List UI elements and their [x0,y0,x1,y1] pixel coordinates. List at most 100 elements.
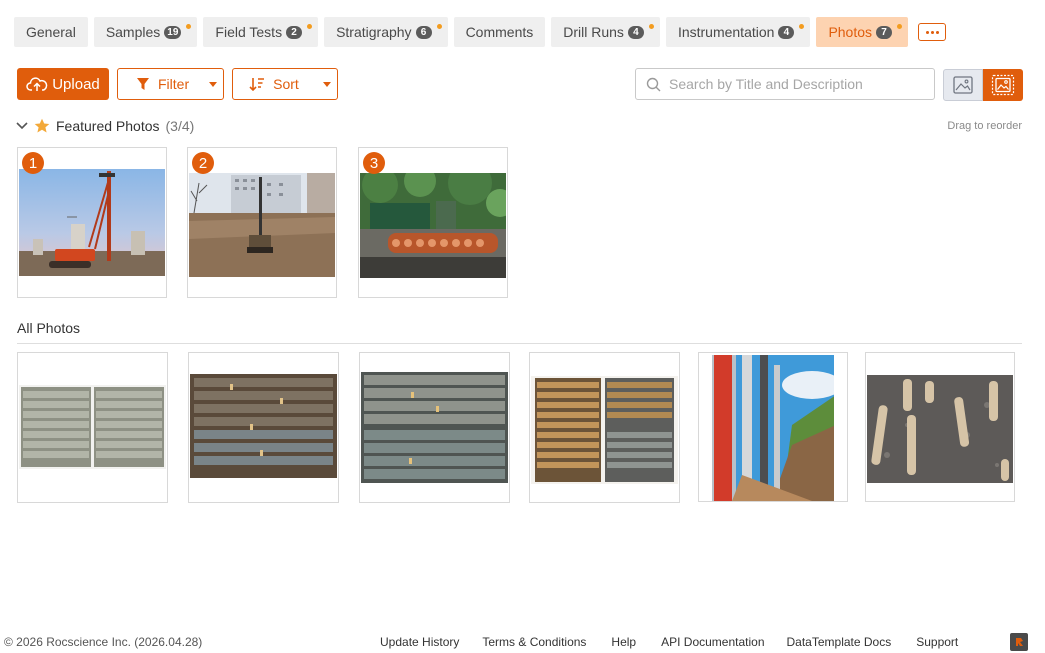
featured-photo-card[interactable]: 3 [358,147,508,298]
photo-card[interactable] [865,352,1015,502]
footer-link-help[interactable]: Help [611,635,636,649]
chevron-down-icon[interactable] [16,122,28,130]
tab-comments[interactable]: Comments [453,17,546,47]
sort-dropdown-toggle[interactable] [317,69,337,99]
rocscience-logo-icon[interactable] [1010,633,1028,651]
count-badge: 6 [415,25,432,39]
photo-toolbar: Upload Filter Sort [17,68,338,100]
featured-title: Featured Photos [56,118,160,134]
photo-card[interactable] [359,352,510,503]
tab-bar: General Samples 19 Field Tests 2 Stratigra… [14,17,947,47]
tab-label: Field Tests [215,24,283,40]
tab-photos[interactable]: Photos 7 [816,17,909,47]
footer-link-datatemplate-docs[interactable]: DataTemplate Docs [787,635,892,649]
photo-thumbnail [19,169,165,276]
upload-button[interactable]: Upload [17,68,109,100]
count-badge: 2 [286,25,303,39]
dot-icon [925,30,929,34]
tab-drill-runs[interactable]: Drill Runs 4 [551,17,660,47]
footer-link-update-history[interactable]: Update History [380,635,459,649]
filter-main[interactable]: Filter [118,69,203,99]
featured-photo-card[interactable]: 2 [187,147,337,298]
tab-general[interactable]: General [14,17,88,47]
featured-photo-card[interactable]: 1 [17,147,167,298]
tab-label: Instrumentation [677,24,775,40]
funnel-icon [137,78,149,90]
tab-instrumentation[interactable]: Instrumentation 4 [665,17,811,47]
filter-button[interactable]: Filter [117,68,225,100]
drill-casing-photo [712,355,834,501]
tab-label: Photos [828,24,873,40]
drag-hint: Drag to reorder [947,120,1022,132]
caret-down-icon [322,81,331,87]
auger-core-photo [360,173,506,278]
tab-field-tests[interactable]: Field Tests 2 [203,17,319,47]
section-divider [17,343,1022,344]
status-dot [186,24,192,29]
photo-card[interactable] [188,352,339,503]
count-badge: 7 [876,25,893,39]
copyright-text: © 2026 Rocscience Inc. (2026.04.28) [4,635,203,649]
photo-order-number: 1 [22,152,44,174]
footer-link-terms[interactable]: Terms & Conditions [482,635,586,649]
status-dot [436,24,442,29]
core-box-photo [19,385,166,469]
status-dot [648,24,654,29]
filter-dropdown-toggle[interactable] [203,69,223,99]
status-dot [897,24,903,29]
search-box[interactable] [635,68,935,100]
tab-label: Stratigraphy [336,24,412,40]
filter-label: Filter [158,76,190,92]
status-dot [307,24,313,29]
image-icon [953,76,973,94]
tab-label: Comments [465,24,534,40]
tab-stratigraphy[interactable]: Stratigraphy 6 [324,17,448,47]
view-grid-button[interactable] [983,69,1023,101]
search-icon [646,77,661,91]
footer-link-support[interactable]: Support [916,635,958,649]
photo-thumbnail [189,173,335,277]
tab-label: General [26,24,76,40]
tab-label: Samples [105,24,161,40]
photo-card[interactable] [17,352,168,503]
tab-label: Drill Runs [563,24,624,40]
upload-label: Upload [52,75,100,93]
sort-main[interactable]: Sort [233,69,317,99]
sort-label: Sort [273,76,299,92]
all-photos-header: All Photos [17,320,81,336]
photo-order-number: 3 [363,152,385,174]
photo-thumbnail [361,372,508,483]
status-dot [799,24,805,29]
page-footer: © 2026 Rocscience Inc. (2026.04.28) Upda… [0,633,1045,653]
sort-button[interactable]: Sort [232,68,338,100]
photo-thumbnail [360,173,506,278]
photo-thumbnail [712,355,834,501]
photo-thumbnail [190,374,337,478]
view-list-button[interactable] [943,69,983,101]
featured-photos-header[interactable]: Featured Photos (3/4) [16,118,194,134]
tab-samples[interactable]: Samples 19 [93,17,198,47]
featured-count: (3/4) [165,118,195,134]
search-input[interactable] [669,76,919,92]
dot-icon [930,30,934,34]
photo-thumbnail [531,376,678,484]
count-badge: 4 [627,25,644,39]
caret-down-icon [209,81,218,87]
drilling-rig-photo [189,173,335,277]
footer-link-api-docs[interactable]: API Documentation [661,635,764,649]
count-badge: 4 [778,25,795,39]
photo-thumbnail [867,375,1013,483]
star-icon [34,118,50,133]
photo-card[interactable] [529,352,680,503]
count-badge: 19 [164,25,182,39]
view-mode-toggle [943,69,1023,101]
core-box-photo [361,372,508,483]
core-box-photo [531,376,678,484]
photo-thumbnail [19,385,166,469]
more-tabs-button[interactable] [918,23,947,41]
drilling-rig-photo [19,169,165,276]
cloud-upload-icon [26,77,48,91]
core-box-photo [190,374,337,478]
sort-icon [249,78,265,91]
photo-card[interactable] [698,352,848,502]
